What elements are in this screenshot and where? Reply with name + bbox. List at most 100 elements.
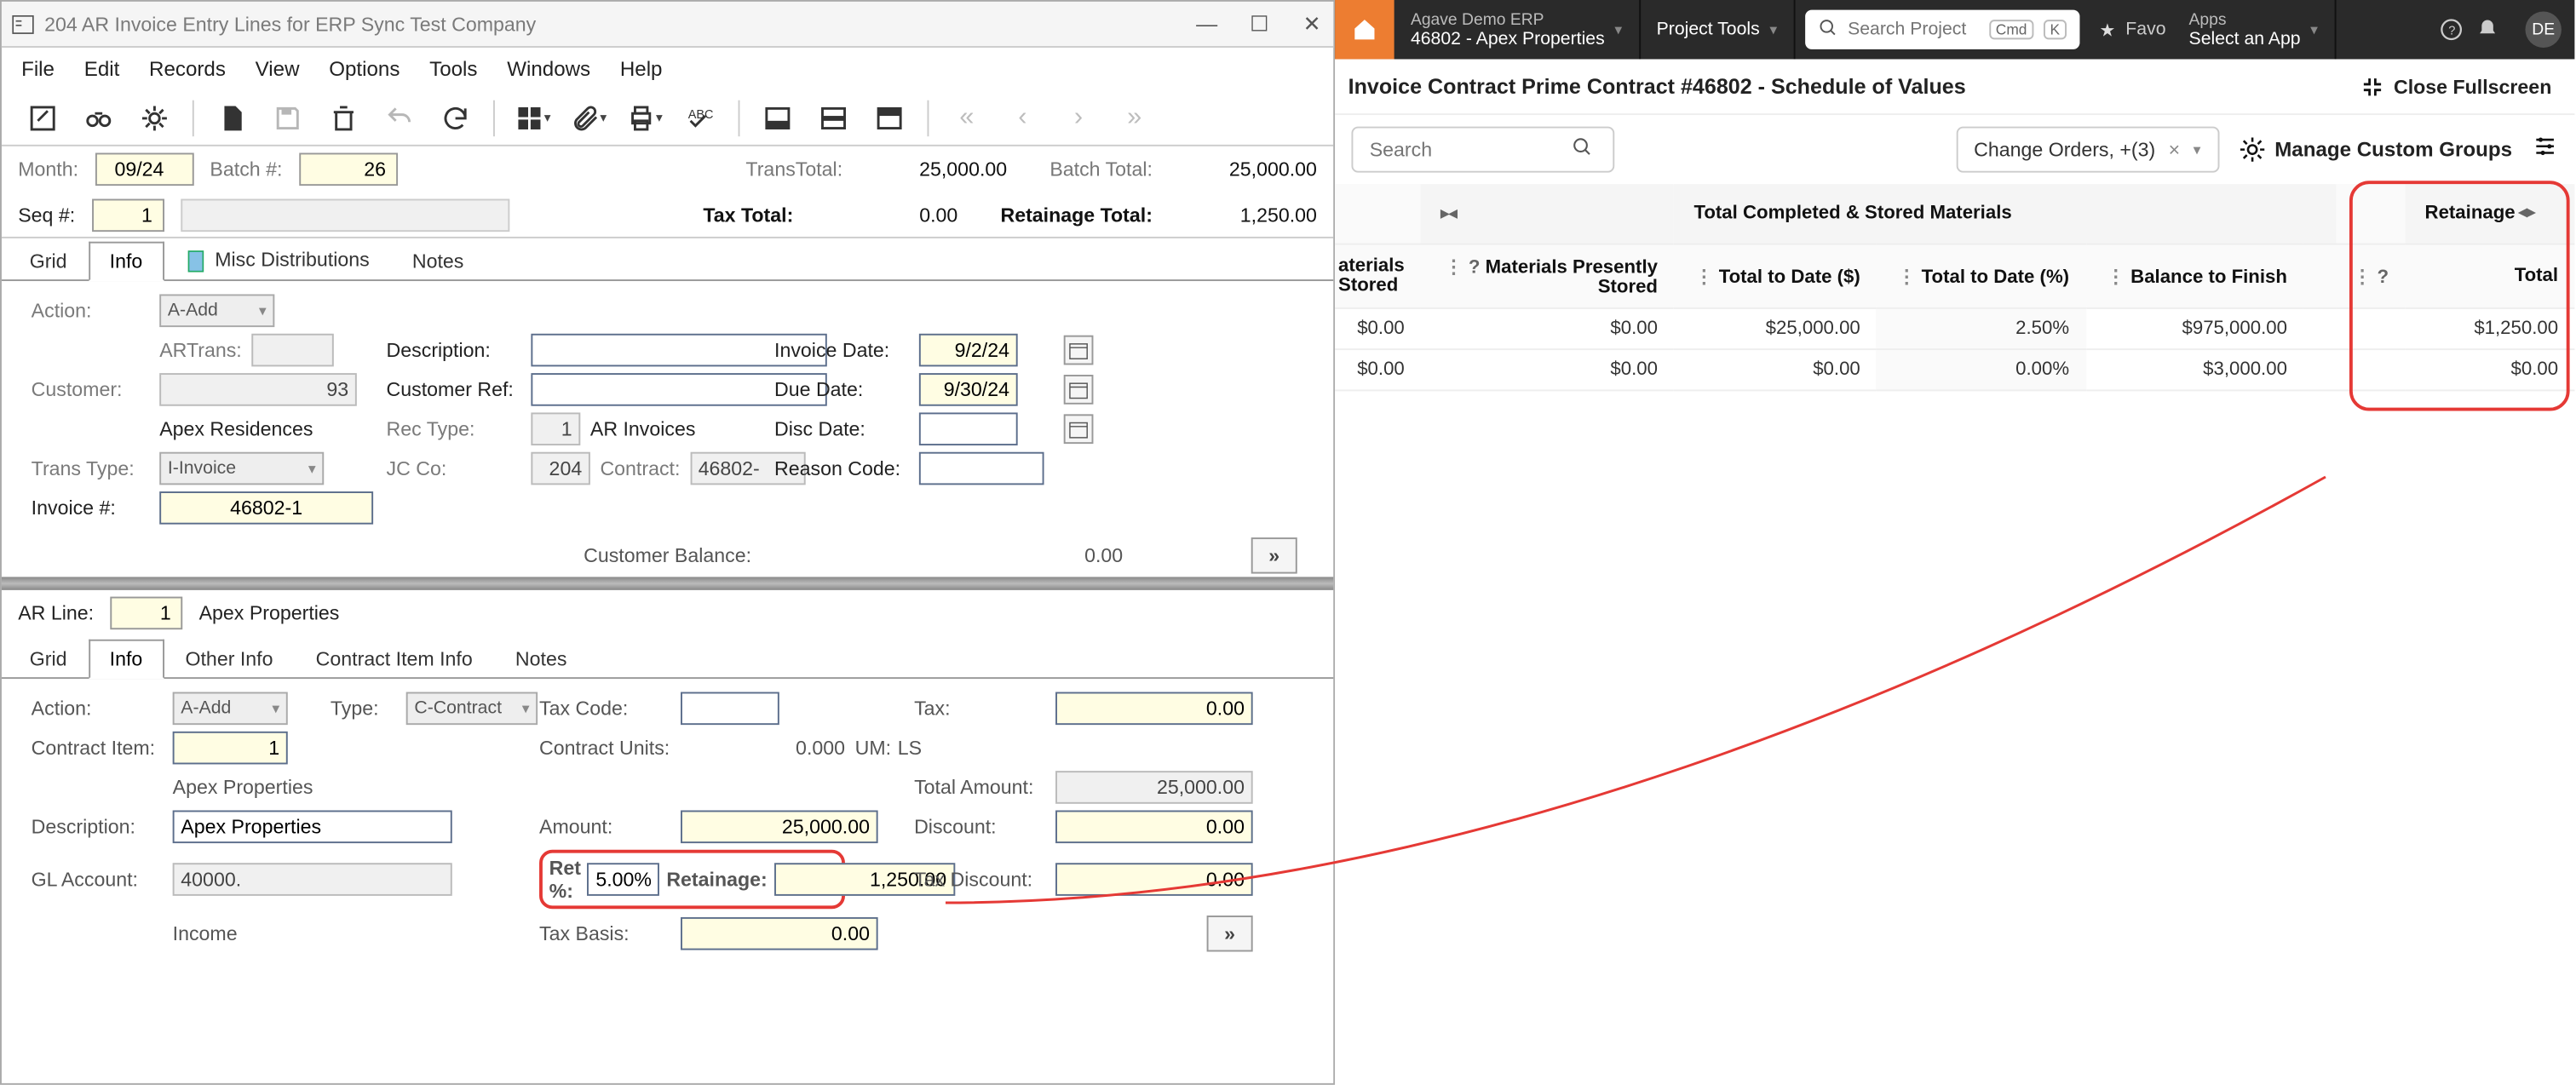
- search-pill[interactable]: [1351, 127, 1614, 173]
- undo-icon[interactable]: [382, 100, 417, 135]
- menu-file[interactable]: File: [21, 58, 55, 81]
- tab-grid-top[interactable]: Grid: [9, 242, 89, 279]
- taxcode-input[interactable]: [681, 692, 779, 726]
- customer-input[interactable]: [159, 373, 357, 406]
- retpct-input[interactable]: [588, 863, 660, 896]
- attach-icon[interactable]: ▾: [571, 100, 607, 135]
- apps-selector[interactable]: AppsSelect an App ▾: [2172, 0, 2336, 59]
- search-project[interactable]: Cmd K: [1805, 10, 2079, 49]
- expand-arrow-button[interactable]: »: [1251, 537, 1297, 573]
- expand-icon[interactable]: ◂▸: [2519, 204, 2535, 221]
- new-icon[interactable]: [214, 100, 250, 135]
- contractitem-input[interactable]: [173, 732, 288, 765]
- invoiceno-input[interactable]: [159, 491, 373, 525]
- menu-records[interactable]: Records: [149, 58, 226, 81]
- tab-notes-top[interactable]: Notes: [391, 242, 486, 279]
- panel-top-icon[interactable]: [871, 100, 907, 135]
- panel-mid-icon[interactable]: [815, 100, 851, 135]
- reason-input[interactable]: [919, 452, 1044, 485]
- tax-input[interactable]: [1055, 692, 1253, 726]
- tab-other[interactable]: Other Info: [164, 640, 294, 677]
- help-icon[interactable]: ?: [1469, 257, 1481, 277]
- collapse-icon[interactable]: ▸◂: [1440, 205, 1457, 223]
- seq-input[interactable]: [92, 198, 164, 232]
- print-icon[interactable]: ▾: [626, 100, 662, 135]
- clear-icon[interactable]: ×: [2169, 138, 2181, 161]
- menu-view[interactable]: View: [256, 58, 300, 81]
- col-menu-icon[interactable]: ⋮: [1897, 267, 1916, 287]
- nav-next-icon[interactable]: ›: [1061, 100, 1096, 135]
- col-menu-icon[interactable]: ⋮: [1694, 267, 1713, 287]
- nav-prev-icon[interactable]: ‹: [1004, 100, 1040, 135]
- month-input[interactable]: [95, 152, 193, 186]
- close-fullscreen-button[interactable]: Close Fullscreen: [2360, 75, 2551, 98]
- line-description-input[interactable]: [173, 810, 452, 843]
- menu-help[interactable]: Help: [620, 58, 663, 81]
- manage-groups-button[interactable]: Manage Custom Groups: [2239, 136, 2512, 163]
- totalamount-input[interactable]: [1055, 771, 1253, 804]
- menu-tools[interactable]: Tools: [429, 58, 477, 81]
- calendar-icon[interactable]: [1064, 414, 1094, 444]
- glaccount-input[interactable]: [173, 863, 452, 896]
- expand-arrow-button[interactable]: »: [1207, 916, 1253, 951]
- project-selector[interactable]: Agave Demo ERP46802 - Apex Properties ▾: [1394, 0, 1641, 59]
- line-type-select[interactable]: C-Contract▾: [406, 692, 538, 726]
- edit-icon[interactable]: [25, 100, 60, 135]
- amount-input[interactable]: [681, 810, 878, 843]
- user-avatar[interactable]: DE: [2525, 12, 2561, 48]
- arline-input[interactable]: [110, 597, 182, 630]
- rectype-no-input[interactable]: [531, 412, 580, 445]
- invoicedate-input[interactable]: [919, 334, 1018, 367]
- batch-input[interactable]: [299, 152, 398, 186]
- menu-edit[interactable]: Edit: [84, 58, 120, 81]
- save-icon[interactable]: [270, 100, 306, 135]
- action-select[interactable]: A-Add▾: [159, 294, 274, 327]
- tab-grid-bot[interactable]: Grid: [9, 640, 89, 677]
- discdate-input[interactable]: [919, 412, 1018, 445]
- refresh-icon[interactable]: [437, 100, 473, 135]
- minimize-button[interactable]: —: [1195, 12, 1218, 35]
- seq-desc-input[interactable]: [181, 198, 509, 232]
- nav-last-icon[interactable]: »: [1116, 100, 1152, 135]
- discount-input[interactable]: [1055, 810, 1253, 843]
- panel-bottom-icon[interactable]: [760, 100, 796, 135]
- help-icon[interactable]: ?: [2378, 267, 2389, 287]
- tab-notes-bot[interactable]: Notes: [494, 640, 589, 677]
- artrans-input[interactable]: [251, 334, 334, 367]
- tab-info-bot[interactable]: Info: [89, 640, 164, 679]
- jcco-input[interactable]: [531, 452, 589, 485]
- taxbasis-input[interactable]: [681, 917, 878, 950]
- duedate-input[interactable]: [919, 373, 1018, 406]
- filter-change-orders[interactable]: Change Orders, +(3) × ▾: [1956, 127, 2219, 173]
- binoculars-icon[interactable]: [81, 100, 117, 135]
- bell-icon[interactable]: [2476, 18, 2499, 41]
- line-action-select[interactable]: A-Add▾: [173, 692, 288, 726]
- search-project-input[interactable]: [1848, 20, 1979, 39]
- tab-contractitem[interactable]: Contract Item Info: [295, 640, 494, 677]
- spellcheck-icon[interactable]: ABC: [682, 100, 718, 135]
- project-tools[interactable]: Project Tools ▾: [1640, 0, 1795, 59]
- help-icon[interactable]: ?: [2440, 18, 2463, 41]
- col-menu-icon[interactable]: ⋮: [2353, 267, 2372, 287]
- search-input[interactable]: [1370, 138, 1559, 161]
- menu-windows[interactable]: Windows: [507, 58, 590, 81]
- col-menu-icon[interactable]: ⋮: [1445, 257, 1463, 277]
- tab-info-top[interactable]: Info: [89, 242, 164, 281]
- home-icon[interactable]: [1335, 0, 1394, 59]
- close-button[interactable]: ✕: [1301, 12, 1324, 35]
- tab-misc[interactable]: Misc Distributions: [164, 240, 390, 279]
- calendar-icon[interactable]: [1064, 375, 1094, 405]
- sliders-icon[interactable]: [2532, 132, 2558, 167]
- nav-first-icon[interactable]: «: [949, 100, 985, 135]
- menu-options[interactable]: Options: [329, 58, 400, 81]
- splitter[interactable]: [2, 577, 1333, 589]
- maximize-button[interactable]: ☐: [1248, 12, 1271, 35]
- transtype-select[interactable]: I-Invoice▾: [159, 452, 324, 485]
- taxdiscount-input[interactable]: [1055, 863, 1253, 896]
- col-menu-icon[interactable]: ⋮: [2107, 267, 2125, 287]
- calendar-icon[interactable]: [1064, 336, 1094, 365]
- star-icon[interactable]: ★: [2096, 18, 2119, 41]
- trash-icon[interactable]: [325, 100, 361, 135]
- grid-icon[interactable]: ▾: [515, 100, 550, 135]
- gear-icon[interactable]: [136, 100, 172, 135]
